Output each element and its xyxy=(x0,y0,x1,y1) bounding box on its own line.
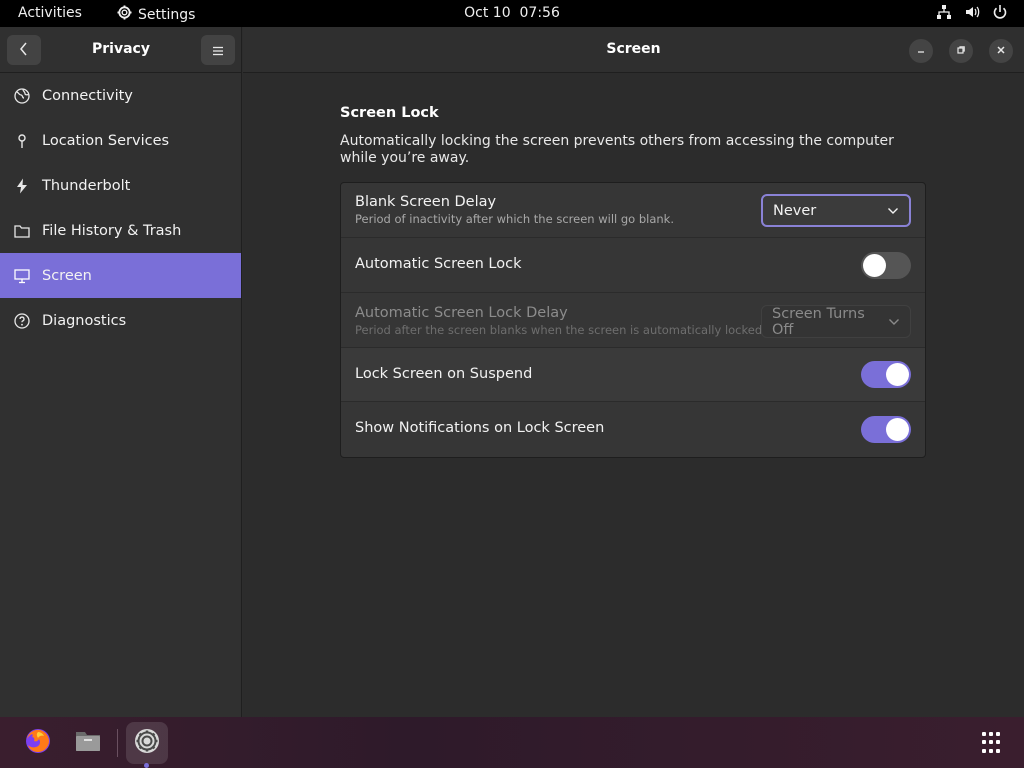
thunderbolt-icon xyxy=(14,178,30,194)
sidebar-item-connectivity[interactable]: Connectivity xyxy=(0,73,241,118)
automatic-screen-lock-delay-label: Automatic Screen Lock Delay xyxy=(355,305,568,321)
automatic-screen-lock-delay-sublabel: Period after the screen blanks when the … xyxy=(355,323,766,337)
automatic-screen-lock-delay-dropdown: Screen Turns Off xyxy=(761,305,911,338)
sidebar-item-label: Thunderbolt xyxy=(42,177,131,194)
dock-app-files[interactable] xyxy=(67,722,109,764)
chevron-down-icon xyxy=(888,314,900,330)
lock-screen-on-suspend-label: Lock Screen on Suspend xyxy=(355,366,533,382)
screen-lock-section: Screen Lock Automatically locking the sc… xyxy=(340,105,926,458)
section-title: Screen Lock xyxy=(340,105,439,121)
question-icon xyxy=(14,312,30,329)
blank-screen-delay-row: Blank Screen Delay Period of inactivity … xyxy=(341,183,925,238)
blank-screen-delay-sublabel: Period of inactivity after which the scr… xyxy=(355,212,674,226)
sidebar-item-label: Connectivity xyxy=(42,87,133,104)
sidebar-item-diagnostics[interactable]: Diagnostics xyxy=(0,298,241,343)
close-button[interactable] xyxy=(989,39,1013,63)
minimize-icon xyxy=(916,45,926,58)
power-icon[interactable] xyxy=(992,4,1008,20)
sidebar-nav: Connectivity Location Services Thunderbo… xyxy=(0,73,241,343)
sidebar-item-label: Screen xyxy=(42,267,92,284)
activities-button[interactable]: Activities xyxy=(18,5,82,21)
sidebar-item-label: Diagnostics xyxy=(42,312,127,329)
folder-icon xyxy=(14,223,30,239)
system-tray[interactable] xyxy=(936,4,1008,20)
lock-screen-on-suspend-row[interactable]: Lock Screen on Suspend xyxy=(341,348,925,402)
main-header: Screen xyxy=(243,27,1024,73)
show-notifications-toggle[interactable] xyxy=(861,416,911,443)
toggle-knob xyxy=(886,363,909,386)
hamburger-icon xyxy=(212,41,224,60)
clock-button[interactable]: Oct 10 07:56 xyxy=(464,5,560,21)
volume-icon[interactable] xyxy=(964,4,980,20)
automatic-screen-lock-delay-row: Automatic Screen Lock Delay Period after… xyxy=(341,293,925,348)
network-icon[interactable] xyxy=(936,4,952,20)
sidebar-item-file-history-trash[interactable]: File History & Trash xyxy=(0,208,241,253)
automatic-screen-lock-toggle[interactable] xyxy=(861,252,911,279)
maximize-button[interactable] xyxy=(949,39,973,63)
top-bar: Activities Settings Oct 10 07:56 xyxy=(0,0,1024,27)
blank-screen-delay-dropdown[interactable]: Never xyxy=(761,194,911,227)
dock-app-firefox[interactable] xyxy=(17,722,59,764)
toggle-knob xyxy=(863,254,886,277)
sidebar-item-screen[interactable]: Screen xyxy=(0,253,241,298)
sidebar-header: Privacy xyxy=(0,27,241,73)
clock-date: Oct 10 xyxy=(464,5,511,21)
close-icon xyxy=(996,45,1006,58)
sidebar-item-thunderbolt[interactable]: Thunderbolt xyxy=(0,163,241,208)
chevron-down-icon xyxy=(887,203,899,219)
settings-list: Blank Screen Delay Period of inactivity … xyxy=(340,182,926,458)
settings-gear-icon xyxy=(117,5,132,24)
settings-window: Privacy Connectivity Location Services T… xyxy=(0,27,1024,717)
dock-app-settings[interactable] xyxy=(126,722,168,764)
show-notifications-label: Show Notifications on Lock Screen xyxy=(355,420,605,436)
automatic-screen-lock-label: Automatic Screen Lock xyxy=(355,256,522,272)
running-indicator xyxy=(144,763,149,768)
automatic-screen-lock-row[interactable]: Automatic Screen Lock xyxy=(341,238,925,293)
sidebar-item-location-services[interactable]: Location Services xyxy=(0,118,241,163)
restore-icon xyxy=(956,45,966,58)
toggle-knob xyxy=(886,418,909,441)
location-pin-icon xyxy=(14,133,30,149)
sidebar: Privacy Connectivity Location Services T… xyxy=(0,27,242,717)
firefox-icon xyxy=(23,726,53,760)
show-notifications-row[interactable]: Show Notifications on Lock Screen xyxy=(341,402,925,457)
dropdown-value: Never xyxy=(773,202,817,219)
app-grid-icon[interactable] xyxy=(982,732,1004,754)
sidebar-item-label: Location Services xyxy=(42,132,170,149)
minimize-button[interactable] xyxy=(909,39,933,63)
dropdown-value: Screen Turns Off xyxy=(772,305,865,338)
settings-icon xyxy=(133,727,161,759)
section-description: Automatically locking the screen prevent… xyxy=(340,133,894,166)
globe-icon xyxy=(14,87,30,104)
files-icon xyxy=(73,726,103,760)
clock-time: 07:56 xyxy=(519,5,560,21)
app-menu-label: Settings xyxy=(138,6,196,23)
monitor-icon xyxy=(14,268,30,284)
page-title: Screen xyxy=(606,41,661,57)
app-menu[interactable]: Settings xyxy=(117,5,195,24)
main-panel: Screen Screen Lock Automatically locking… xyxy=(243,27,1024,717)
sidebar-item-label: File History & Trash xyxy=(42,222,182,239)
dock xyxy=(0,717,1024,768)
blank-screen-delay-label: Blank Screen Delay xyxy=(355,194,497,210)
dock-separator xyxy=(117,729,118,757)
lock-screen-on-suspend-toggle[interactable] xyxy=(861,361,911,388)
menu-button[interactable] xyxy=(201,35,235,65)
